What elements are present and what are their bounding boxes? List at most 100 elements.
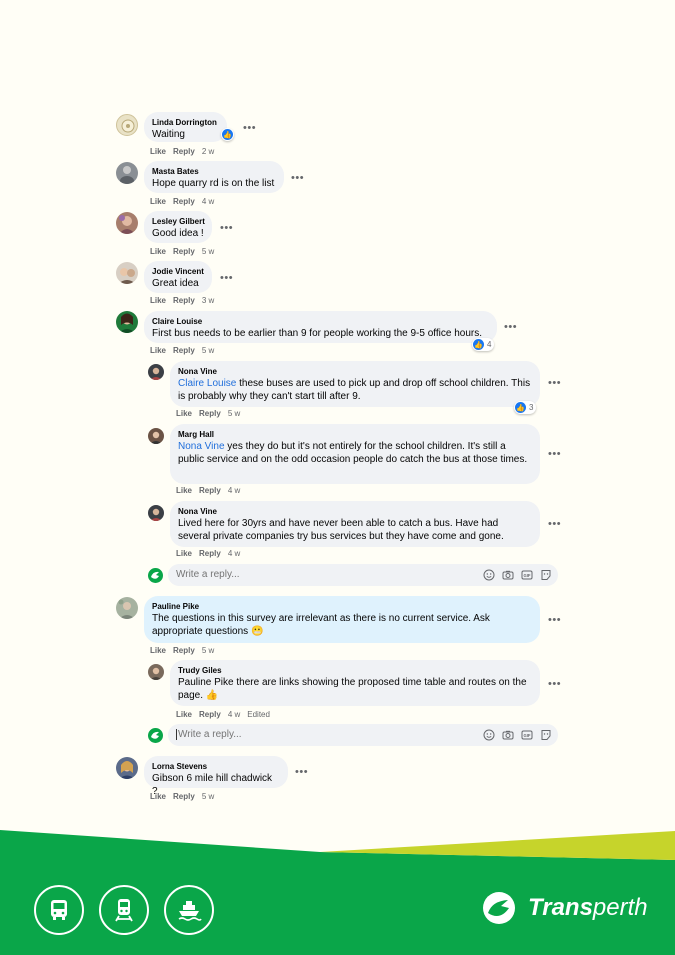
- timestamp[interactable]: 5 w: [202, 346, 214, 355]
- reply-input-box: GIF: [168, 564, 558, 586]
- timestamp[interactable]: 4 w: [228, 486, 240, 495]
- avatar[interactable]: [148, 364, 164, 380]
- footer-band: [0, 830, 675, 955]
- more-options-icon[interactable]: •••: [548, 449, 561, 460]
- timestamp[interactable]: 5 w: [202, 792, 214, 801]
- reaction-count: 3: [529, 403, 534, 412]
- like-link[interactable]: Like: [150, 646, 166, 655]
- comment-actions: Like Reply 4 w: [176, 486, 247, 495]
- reply-link[interactable]: Reply: [199, 549, 221, 558]
- avatar[interactable]: [116, 114, 138, 136]
- like-link[interactable]: Like: [176, 486, 192, 495]
- svg-text:GIF: GIF: [524, 573, 531, 578]
- mention-link[interactable]: Claire Louise: [178, 378, 236, 389]
- avatar[interactable]: [116, 262, 138, 284]
- timestamp[interactable]: 5 w: [228, 409, 240, 418]
- reaction-badge[interactable]: 👍 3: [514, 401, 537, 414]
- avatar[interactable]: [116, 597, 138, 619]
- timestamp[interactable]: 2 w: [202, 147, 214, 156]
- emoji-icon[interactable]: [483, 569, 495, 581]
- reply-link[interactable]: Reply: [173, 296, 195, 305]
- avatar[interactable]: [148, 428, 164, 444]
- more-options-icon[interactable]: •••: [295, 767, 308, 778]
- comment-author[interactable]: Linda Dorrington: [152, 117, 219, 128]
- more-options-icon[interactable]: •••: [220, 223, 233, 234]
- comment-author[interactable]: Jodie Vincent: [152, 266, 204, 277]
- like-link[interactable]: Like: [150, 147, 166, 156]
- avatar[interactable]: [116, 311, 138, 333]
- reply-link[interactable]: Reply: [173, 247, 195, 256]
- like-link[interactable]: Like: [150, 296, 166, 305]
- like-link[interactable]: Like: [176, 409, 192, 418]
- reply-bubble: Nona Vine Claire Louise these buses are …: [170, 361, 540, 407]
- more-options-icon[interactable]: •••: [504, 322, 517, 333]
- like-link[interactable]: Like: [150, 346, 166, 355]
- like-link[interactable]: Like: [150, 792, 166, 801]
- bus-mode-button[interactable]: [34, 885, 84, 935]
- more-options-icon[interactable]: •••: [243, 123, 256, 134]
- comment-author[interactable]: Lesley Gilbert: [152, 216, 205, 227]
- comment-bubble: Masta Bates Hope quarry rd is on the lis…: [144, 161, 284, 193]
- more-options-icon[interactable]: •••: [548, 615, 561, 626]
- avatar[interactable]: [148, 505, 164, 521]
- comment-actions: Like Reply 2 w: [150, 147, 221, 156]
- ferry-mode-button[interactable]: [164, 885, 214, 935]
- timestamp[interactable]: 5 w: [202, 247, 214, 256]
- gif-icon[interactable]: GIF: [521, 569, 533, 581]
- mention-link[interactable]: Nona Vine: [178, 441, 225, 452]
- reply-link[interactable]: Reply: [199, 409, 221, 418]
- like-link[interactable]: Like: [150, 247, 166, 256]
- sticker-icon[interactable]: [540, 729, 552, 741]
- timestamp[interactable]: 3 w: [202, 296, 214, 305]
- more-options-icon[interactable]: •••: [548, 679, 561, 690]
- emoji-icon[interactable]: [483, 729, 495, 741]
- train-mode-button[interactable]: [99, 885, 149, 935]
- timestamp[interactable]: 4 w: [228, 549, 240, 558]
- more-options-icon[interactable]: •••: [291, 173, 304, 184]
- comment-author[interactable]: Lorna Stevens: [152, 761, 280, 772]
- comment-author[interactable]: Masta Bates: [152, 166, 276, 177]
- reply-link[interactable]: Reply: [173, 197, 195, 206]
- more-options-icon[interactable]: •••: [548, 378, 561, 389]
- like-link[interactable]: Like: [176, 710, 192, 719]
- comment-bubble-highlighted: Pauline Pike The questions in this surve…: [144, 596, 540, 643]
- comment-actions: Like Reply 3 w: [150, 296, 221, 305]
- more-options-icon[interactable]: •••: [220, 273, 233, 284]
- more-options-icon[interactable]: •••: [548, 519, 561, 530]
- avatar[interactable]: [116, 757, 138, 779]
- comment-author[interactable]: Nona Vine: [178, 506, 532, 517]
- svg-text:GIF: GIF: [524, 733, 531, 738]
- comment-author[interactable]: Claire Louise: [152, 316, 489, 327]
- comment-text: Lived here for 30yrs and have never been…: [178, 518, 504, 542]
- comment-text: The questions in this survey are irrelev…: [152, 613, 490, 637]
- like-link[interactable]: Like: [176, 549, 192, 558]
- comment-author[interactable]: Trudy Giles: [178, 665, 532, 676]
- reply-input[interactable]: [176, 729, 456, 740]
- timestamp[interactable]: 4 w: [228, 710, 240, 719]
- reply-link[interactable]: Reply: [199, 486, 221, 495]
- timestamp[interactable]: 4 w: [202, 197, 214, 206]
- comment-author[interactable]: Nona Vine: [178, 366, 532, 377]
- reply-bubble: Marg Hall Nona Vine yes they do but it's…: [170, 424, 540, 484]
- reply-link[interactable]: Reply: [173, 646, 195, 655]
- camera-icon[interactable]: [502, 729, 514, 741]
- reaction-badge[interactable]: 👍: [221, 128, 234, 141]
- avatar[interactable]: [116, 162, 138, 184]
- comment-author[interactable]: Marg Hall: [178, 429, 532, 440]
- gif-icon[interactable]: GIF: [521, 729, 533, 741]
- reply-link[interactable]: Reply: [173, 346, 195, 355]
- reaction-badge[interactable]: 👍 4: [472, 338, 495, 351]
- avatar[interactable]: [116, 212, 138, 234]
- reply-link[interactable]: Reply: [173, 147, 195, 156]
- reply-link[interactable]: Reply: [199, 710, 221, 719]
- sticker-icon[interactable]: [540, 569, 552, 581]
- reply-input[interactable]: [176, 569, 456, 580]
- camera-icon[interactable]: [502, 569, 514, 581]
- reply-link[interactable]: Reply: [173, 792, 195, 801]
- like-link[interactable]: Like: [150, 197, 166, 206]
- comment-author[interactable]: Pauline Pike: [152, 601, 532, 612]
- comment-actions: Like Reply 4 w Edited: [176, 710, 277, 719]
- avatar[interactable]: [148, 664, 164, 680]
- timestamp[interactable]: 5 w: [202, 646, 214, 655]
- comment-actions: Like Reply 4 w: [176, 549, 247, 558]
